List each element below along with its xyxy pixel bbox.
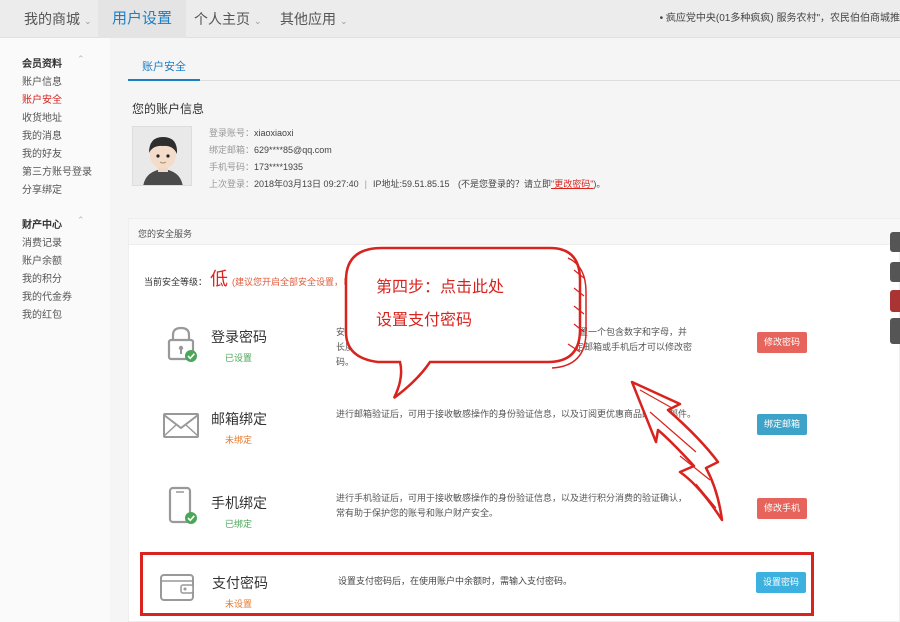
callout-bubble: 第四步：点击此处 设置支付密码 (338, 240, 588, 405)
service-phone-binding: 手机绑定 已绑定 进行手机验证后，可用于接收敏感操作的身份验证信息，以及进行积分… (129, 471, 900, 553)
change-password-link[interactable]: "更改密码" (551, 179, 593, 189)
sidebar-item-messages[interactable]: 我的消息 (22, 127, 62, 142)
sidebar-item-account-info[interactable]: 账户信息 (22, 73, 62, 88)
nav-personal-home-label: 个人主页 (194, 11, 250, 27)
arrow-annotation (630, 380, 724, 522)
service-name: 邮箱绑定 (211, 411, 267, 427)
sidebar-item-vouchers[interactable]: 我的代金券 (22, 288, 72, 303)
nav-user-settings[interactable]: 用户设置 (98, 0, 187, 38)
nav-other-apps-label: 其他应用 (280, 11, 336, 27)
phone-row: 手机号码：173****1935 (209, 160, 303, 173)
set-pay-password-button[interactable]: 设置密码 (756, 572, 806, 593)
service-status: 未设置 (225, 599, 253, 609)
sidebar-item-consumption[interactable]: 消费记录 (22, 234, 62, 249)
sidebar-item-third-party-login[interactable]: 第三方账号登录 (22, 163, 92, 178)
sidebar: 会员资料 ⌃ 账户信息 账户安全 收货地址 我的消息 我的好友 第三方账号登录 分… (0, 38, 110, 622)
chevron-down-icon: ⌄ (254, 16, 262, 26)
phone-value: 173****1935 (254, 162, 304, 172)
nav-my-mall[interactable]: 我的商城 ⌄ (24, 0, 92, 38)
bound-email-label: 绑定邮箱： (209, 145, 255, 155)
floating-side-tab[interactable] (890, 318, 900, 344)
last-login-row: 上次登录：2018年03月13日 09:27:40 | IP地址:59.51.85.… (209, 177, 605, 190)
top-navigation: 我的商城 ⌄ 用户设置 个人主页 ⌄ 其他应用 ⌄ • 疯应党中央(01多种疯疯) 服… (0, 0, 900, 38)
sidebar-group-assets-title: 财产中心 (22, 220, 62, 231)
chevron-up-icon: ⌃ (77, 215, 85, 225)
lock-icon (167, 326, 197, 362)
security-warning-post: )。 (593, 179, 606, 189)
login-account-row: 登录账号：xiaoxiaoxi (209, 126, 294, 139)
last-login-label: 上次登录： (209, 179, 255, 189)
security-level-hint: (建议您开启全部安全设置，以 (232, 277, 353, 287)
nav-user-settings-label: 用户设置 (112, 10, 173, 27)
wallet-icon (160, 574, 194, 601)
login-account-value: xiaoxiaoxi (254, 128, 294, 138)
sidebar-item-share-binding[interactable]: 分享绑定 (22, 181, 62, 196)
sidebar-group-member[interactable]: 会员资料 ⌃ (22, 54, 85, 70)
sidebar-group-assets[interactable]: 财产中心 ⌃ (22, 215, 85, 231)
avatar-image (133, 127, 191, 185)
sidebar-item-account-security[interactable]: 账户安全 (22, 91, 62, 106)
callout-line-1: 第四步：点击此处 (376, 277, 505, 296)
nav-personal-home[interactable]: 个人主页 ⌄ (194, 0, 262, 38)
change-password-button[interactable]: 修改密码 (757, 332, 807, 353)
service-name: 登录密码 (211, 329, 267, 345)
avatar[interactable] (132, 126, 192, 186)
last-login-value: 2018年03月13日 09:27:40 (254, 179, 359, 189)
service-pay-password: 支付密码 未设置 设置支付密码后，在使用账户中余额时，需输入支付密码。 设置密码 (140, 552, 814, 616)
service-status: 已绑定 (225, 519, 253, 529)
bound-email-value: 629****85@qq.com (254, 145, 332, 155)
nav-my-mall-label: 我的商城 (24, 11, 80, 27)
sidebar-item-address[interactable]: 收货地址 (22, 109, 62, 124)
ip-label: IP地址: (372, 179, 402, 189)
sidebar-item-points[interactable]: 我的积分 (22, 270, 62, 285)
sidebar-item-balance[interactable]: 账户余额 (22, 252, 62, 267)
login-account-label: 登录账号： (209, 128, 255, 138)
service-status: 未绑定 (225, 435, 253, 445)
envelope-icon (163, 413, 199, 438)
service-name: 手机绑定 (211, 495, 267, 511)
phone-label: 手机号码： (209, 162, 255, 172)
chevron-down-icon: ⌄ (84, 16, 92, 26)
account-info-title: 您的账户信息 (132, 102, 205, 116)
sidebar-group-member-title: 会员资料 (22, 59, 62, 70)
security-warning-pre: (不是您登录的？请立即 (458, 179, 552, 189)
sidebar-item-friends[interactable]: 我的好友 (22, 145, 62, 160)
security-level-row: 当前安全等级：低 (建议您开启全部安全设置，以 (144, 265, 352, 291)
marquee-notice[interactable]: • 疯应党中央(01多种疯疯) 服务农村"，农民伯伯商城推 (660, 0, 900, 38)
tab-bar: 账户安全 (128, 53, 900, 81)
bind-email-button[interactable]: 绑定邮箱 (757, 414, 807, 435)
panel-title: 您的安全服务 (138, 229, 193, 239)
service-description: 设置支付密码后，在使用账户中余额时，需输入支付密码。 (338, 576, 573, 586)
tab-account-security[interactable]: 账户安全 (128, 53, 200, 81)
phone-icon (168, 486, 197, 524)
nav-other-apps[interactable]: 其他应用 ⌄ (280, 0, 348, 38)
divider: | (364, 179, 367, 189)
callout-line-2: 设置支付密码 (376, 310, 473, 329)
floating-side-tab[interactable] (890, 290, 900, 312)
chevron-down-icon: ⌄ (340, 16, 348, 26)
change-phone-button[interactable]: 修改手机 (757, 498, 807, 519)
security-level-value: 低 (210, 269, 229, 289)
floating-side-tab[interactable] (890, 232, 900, 252)
floating-side-tab[interactable] (890, 262, 900, 282)
service-name: 支付密码 (212, 575, 268, 591)
ip-value: 59.51.85.15 (401, 179, 450, 189)
service-status: 已设置 (225, 353, 253, 363)
sidebar-item-red-packets[interactable]: 我的红包 (22, 306, 62, 321)
chevron-up-icon: ⌃ (77, 54, 85, 64)
bound-email-row: 绑定邮箱：629****85@qq.com (209, 143, 332, 156)
security-level-label: 当前安全等级： (144, 277, 208, 287)
